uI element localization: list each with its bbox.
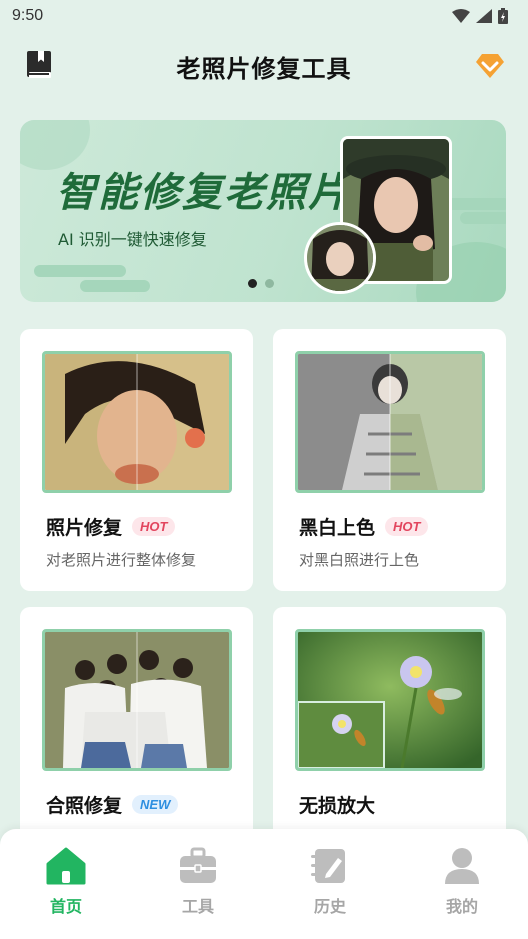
card-title-row: 无损放大 bbox=[299, 791, 375, 818]
feature-image bbox=[42, 351, 232, 493]
book-icon bbox=[27, 51, 51, 78]
card-title: 照片修复 bbox=[46, 517, 123, 539]
feature-card-group-repair[interactable]: 合照修复 NEW bbox=[20, 607, 253, 847]
history-icon bbox=[311, 849, 345, 883]
profile-icon bbox=[445, 848, 479, 884]
promo-banner[interactable]: 智能修复老照片 AI 识别一键快速修复 bbox=[20, 120, 506, 302]
wifi-icon bbox=[452, 9, 470, 23]
card-title-row: 黑白上色 HOT bbox=[299, 513, 429, 540]
feature-card-photo-repair[interactable]: 照片修复 HOT 对老照片进行整体修复 bbox=[20, 329, 253, 591]
feature-card-upscale[interactable]: 无损放大 bbox=[273, 607, 506, 847]
banner-decoration bbox=[34, 265, 126, 277]
feature-image bbox=[295, 629, 485, 771]
banner-decoration bbox=[80, 280, 150, 292]
banner-subtitle: AI 识别一键快速修复 bbox=[58, 230, 207, 249]
status-bar: 9:50 bbox=[0, 0, 528, 32]
home-icon bbox=[46, 847, 86, 885]
carousel-indicator bbox=[248, 279, 274, 288]
card-title: 黑白上色 bbox=[299, 517, 376, 539]
status-icons bbox=[452, 8, 508, 24]
tab-label: 历史 bbox=[313, 897, 346, 916]
tab-home[interactable]: 首页 bbox=[0, 829, 132, 939]
diamond-icon bbox=[476, 54, 504, 78]
tab-profile[interactable]: 我的 bbox=[396, 829, 528, 939]
card-title: 无损放大 bbox=[299, 795, 376, 817]
battery-icon bbox=[498, 8, 508, 24]
app-header: 老照片修复工具 bbox=[0, 40, 528, 92]
carousel-dot[interactable] bbox=[265, 279, 274, 288]
hot-badge: HOT bbox=[132, 517, 176, 536]
tab-label: 工具 bbox=[181, 897, 214, 916]
carousel-dot-active[interactable] bbox=[248, 279, 257, 288]
toolbox-icon bbox=[180, 847, 216, 883]
hot-badge: HOT bbox=[385, 517, 429, 536]
banner-title: 智能修复老照片 bbox=[56, 170, 350, 216]
signal-icon bbox=[476, 9, 492, 23]
card-title-row: 照片修复 HOT bbox=[46, 513, 176, 540]
new-badge: NEW bbox=[132, 795, 179, 814]
feature-image bbox=[295, 351, 485, 493]
card-description: 对老照片进行整体修复 bbox=[46, 551, 197, 569]
tab-label: 首页 bbox=[49, 897, 82, 916]
tab-tools[interactable]: 工具 bbox=[132, 829, 264, 939]
card-title-row: 合照修复 NEW bbox=[46, 791, 179, 818]
banner-decoration bbox=[460, 212, 506, 224]
banner-photo-thumb bbox=[304, 222, 376, 294]
guide-book-button[interactable] bbox=[26, 50, 54, 80]
bottom-tab-bar: 首页 工具 历史 我的 bbox=[0, 829, 528, 939]
card-title: 合照修复 bbox=[46, 795, 123, 817]
feature-image bbox=[42, 629, 232, 771]
status-time: 9:50 bbox=[12, 7, 44, 24]
tab-history[interactable]: 历史 bbox=[264, 829, 396, 939]
vip-button[interactable] bbox=[474, 52, 506, 80]
tab-label: 我的 bbox=[445, 897, 478, 916]
feature-card-colorize[interactable]: 黑白上色 HOT 对黑白照进行上色 bbox=[273, 329, 506, 591]
card-description: 对黑白照进行上色 bbox=[299, 551, 420, 569]
page-title: 老照片修复工具 bbox=[176, 54, 352, 83]
